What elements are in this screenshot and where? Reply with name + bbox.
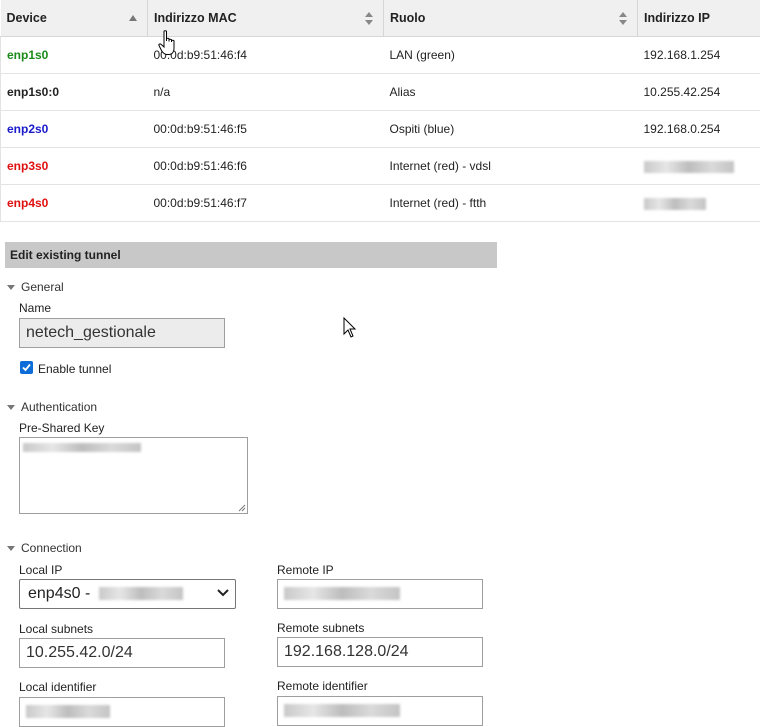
device-name: enp1s0:0 bbox=[7, 85, 59, 99]
local-ip-label: Local IP bbox=[19, 563, 62, 577]
device-cell: enp1s0:0 bbox=[1, 74, 148, 111]
sort-icon[interactable] bbox=[619, 12, 627, 25]
device-cell: enp2s0 bbox=[1, 111, 148, 148]
sort-ascending-icon[interactable] bbox=[129, 15, 137, 21]
table-row: enp1s0 00:0d:b9:51:46:f4 LAN (green) 192… bbox=[1, 37, 760, 74]
remote-ip-label: Remote IP bbox=[277, 563, 334, 577]
name-label: Name bbox=[19, 301, 51, 315]
table-row: enp4s0 00:0d:b9:51:46:f7 Internet (red) … bbox=[1, 185, 760, 222]
device-cell: enp1s0 bbox=[1, 37, 148, 74]
enable-tunnel-checkbox[interactable] bbox=[20, 361, 33, 374]
local-identifier-field[interactable] bbox=[19, 697, 225, 727]
redacted-local-identifier bbox=[26, 705, 110, 718]
arrow-cursor-icon bbox=[343, 317, 357, 339]
chevron-down-icon bbox=[217, 589, 229, 597]
redacted-local-ip bbox=[99, 587, 183, 600]
ip-cell: 192.168.1.254 bbox=[638, 37, 760, 74]
device-cell: enp3s0 bbox=[1, 148, 148, 185]
mac-cell: 00:0d:b9:51:46:f7 bbox=[148, 185, 384, 222]
device-cell: enp4s0 bbox=[1, 185, 148, 222]
sort-icon[interactable] bbox=[365, 12, 373, 25]
redacted-remote-ip bbox=[284, 587, 400, 600]
column-header-role[interactable]: Ruolo bbox=[384, 0, 638, 37]
ip-cell: 10.255.42.254 bbox=[638, 74, 760, 111]
psk-textarea[interactable] bbox=[19, 437, 248, 514]
group-authentication[interactable]: Authentication bbox=[7, 400, 97, 414]
column-header-device[interactable]: Device bbox=[1, 0, 148, 37]
interfaces-table: Device Indirizzo MAC Ruolo Indirizzo IP … bbox=[0, 0, 760, 222]
role-cell: Ospiti (blue) bbox=[384, 111, 638, 148]
role-cell: LAN (green) bbox=[384, 37, 638, 74]
redacted-psk bbox=[23, 443, 141, 452]
ip-cell: 192.168.0.254 bbox=[638, 111, 760, 148]
ip-cell bbox=[638, 148, 760, 185]
redacted-ip bbox=[644, 161, 734, 173]
section-title-edit-tunnel: Edit existing tunnel bbox=[5, 242, 497, 268]
local-subnets-field[interactable]: 10.255.42.0/24 bbox=[19, 638, 225, 668]
role-cell: Internet (red) - vdsl bbox=[384, 148, 638, 185]
mac-cell: n/a bbox=[148, 74, 384, 111]
mac-cell: 00:0d:b9:51:46:f5 bbox=[148, 111, 384, 148]
column-header-ip[interactable]: Indirizzo IP bbox=[638, 0, 760, 37]
column-header-mac[interactable]: Indirizzo MAC bbox=[148, 0, 384, 37]
redacted-remote-identifier bbox=[284, 704, 400, 717]
remote-subnets-field[interactable]: 192.168.128.0/24 bbox=[277, 637, 483, 667]
role-cell: Internet (red) - ftth bbox=[384, 185, 638, 222]
collapse-caret-icon[interactable] bbox=[7, 546, 15, 551]
device-name: enp2s0 bbox=[7, 122, 48, 136]
mac-cell: 00:0d:b9:51:46:f6 bbox=[148, 148, 384, 185]
group-general[interactable]: General bbox=[7, 280, 64, 294]
local-identifier-label: Local identifier bbox=[19, 680, 96, 694]
table-row: enp3s0 00:0d:b9:51:46:f6 Internet (red) … bbox=[1, 148, 760, 185]
table-header-row: Device Indirizzo MAC Ruolo Indirizzo IP bbox=[1, 0, 760, 37]
device-name: enp4s0 bbox=[7, 196, 48, 210]
remote-identifier-field[interactable] bbox=[277, 696, 483, 726]
remote-identifier-label: Remote identifier bbox=[277, 679, 368, 693]
role-cell: Alias bbox=[384, 74, 638, 111]
device-name: enp3s0 bbox=[7, 159, 48, 173]
ip-cell bbox=[638, 185, 760, 222]
device-name: enp1s0 bbox=[7, 48, 48, 62]
collapse-caret-icon[interactable] bbox=[7, 285, 15, 290]
mac-cell: 00:0d:b9:51:46:f4 bbox=[148, 37, 384, 74]
name-field[interactable]: netech_gestionale bbox=[19, 318, 225, 348]
local-ip-select[interactable]: enp4s0 - bbox=[19, 579, 236, 609]
remote-subnets-label: Remote subnets bbox=[277, 621, 364, 635]
redacted-ip bbox=[644, 198, 706, 210]
remote-ip-field[interactable] bbox=[277, 579, 483, 609]
psk-label: Pre-Shared Key bbox=[19, 421, 104, 435]
hand-cursor-icon bbox=[158, 30, 178, 56]
group-connection[interactable]: Connection bbox=[7, 541, 82, 555]
collapse-caret-icon[interactable] bbox=[7, 405, 15, 410]
resize-handle-icon[interactable] bbox=[238, 504, 246, 512]
enable-tunnel-label[interactable]: Enable tunnel bbox=[38, 362, 111, 376]
table-row: enp2s0 00:0d:b9:51:46:f5 Ospiti (blue) 1… bbox=[1, 111, 760, 148]
local-subnets-label: Local subnets bbox=[19, 622, 93, 636]
table-row: enp1s0:0 n/a Alias 10.255.42.254 bbox=[1, 74, 760, 111]
